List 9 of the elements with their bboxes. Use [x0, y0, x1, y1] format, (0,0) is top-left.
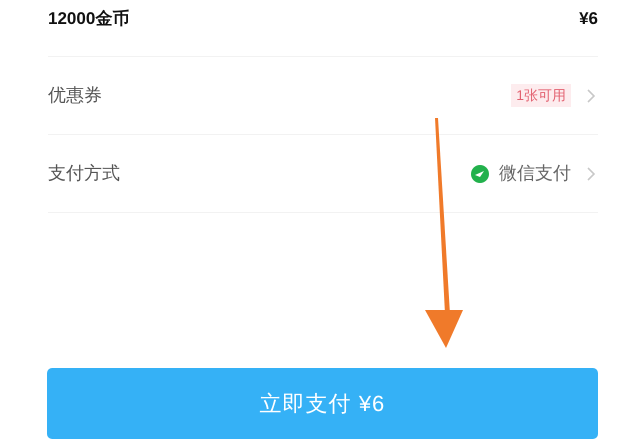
row-label: 支付方式	[48, 162, 120, 185]
chevron-icon	[587, 166, 596, 180]
item-name: 12000金币	[48, 8, 130, 30]
chevron-icon	[587, 88, 596, 102]
payment-method: 微信支付	[499, 162, 571, 185]
option-row[interactable]: 优惠券 1张可用	[48, 57, 598, 135]
item-price: ¥6	[579, 8, 598, 30]
coupon-count-tag: 1张可用	[511, 84, 571, 107]
row-label: 优惠券	[48, 84, 102, 107]
